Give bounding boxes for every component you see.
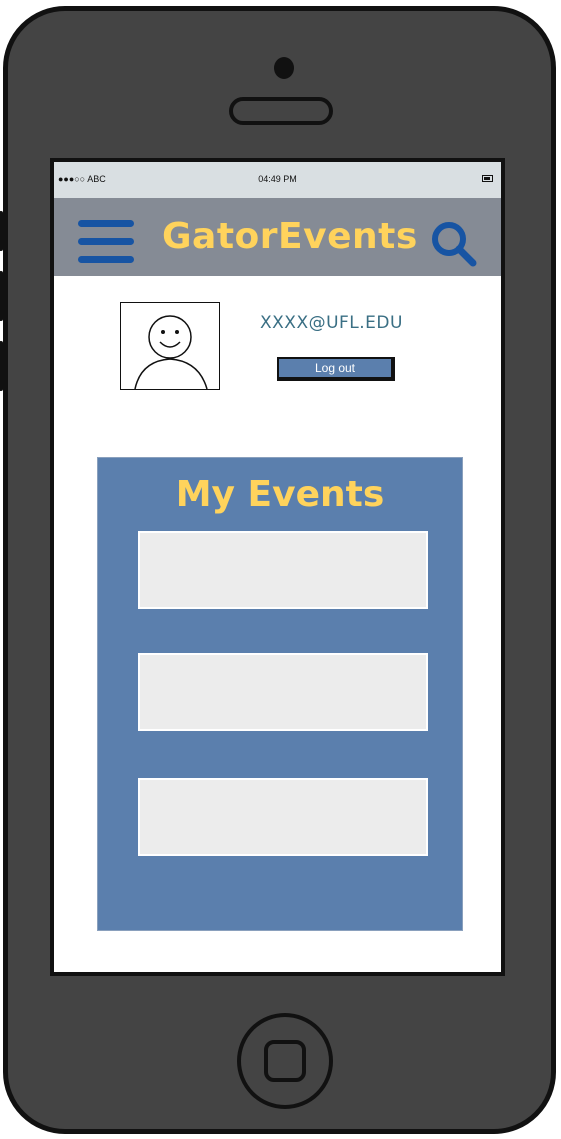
hamburger-menu-icon[interactable] xyxy=(78,218,134,264)
volume-down-button xyxy=(0,341,3,391)
home-button[interactable] xyxy=(237,1013,333,1109)
home-button-square-icon xyxy=(264,1040,306,1082)
event-card[interactable] xyxy=(138,531,428,609)
app-header: GatorEvents xyxy=(54,198,501,276)
phone-screen: ●●●○○ ABC 04:49 PM GatorEvents XXXX@UFL.… xyxy=(50,158,505,976)
my-events-panel: My Events xyxy=(97,457,463,931)
status-bar: ●●●○○ ABC 04:49 PM xyxy=(54,162,501,198)
logout-button[interactable]: Log out xyxy=(277,357,395,381)
smiley-person-icon xyxy=(134,315,208,390)
speaker-grille xyxy=(229,97,333,125)
user-email: XXXX@UFL.EDU xyxy=(260,313,403,333)
my-events-title: My Events xyxy=(175,474,385,515)
volume-up-button xyxy=(0,271,3,321)
event-card[interactable] xyxy=(138,778,428,856)
event-card[interactable] xyxy=(138,653,428,731)
side-button xyxy=(0,211,3,251)
app-title: GatorEvents xyxy=(162,216,418,257)
status-time: 04:49 PM xyxy=(258,174,297,184)
search-icon[interactable] xyxy=(430,220,478,268)
avatar xyxy=(120,302,220,390)
battery-icon xyxy=(482,175,493,182)
camera-icon xyxy=(274,57,294,79)
